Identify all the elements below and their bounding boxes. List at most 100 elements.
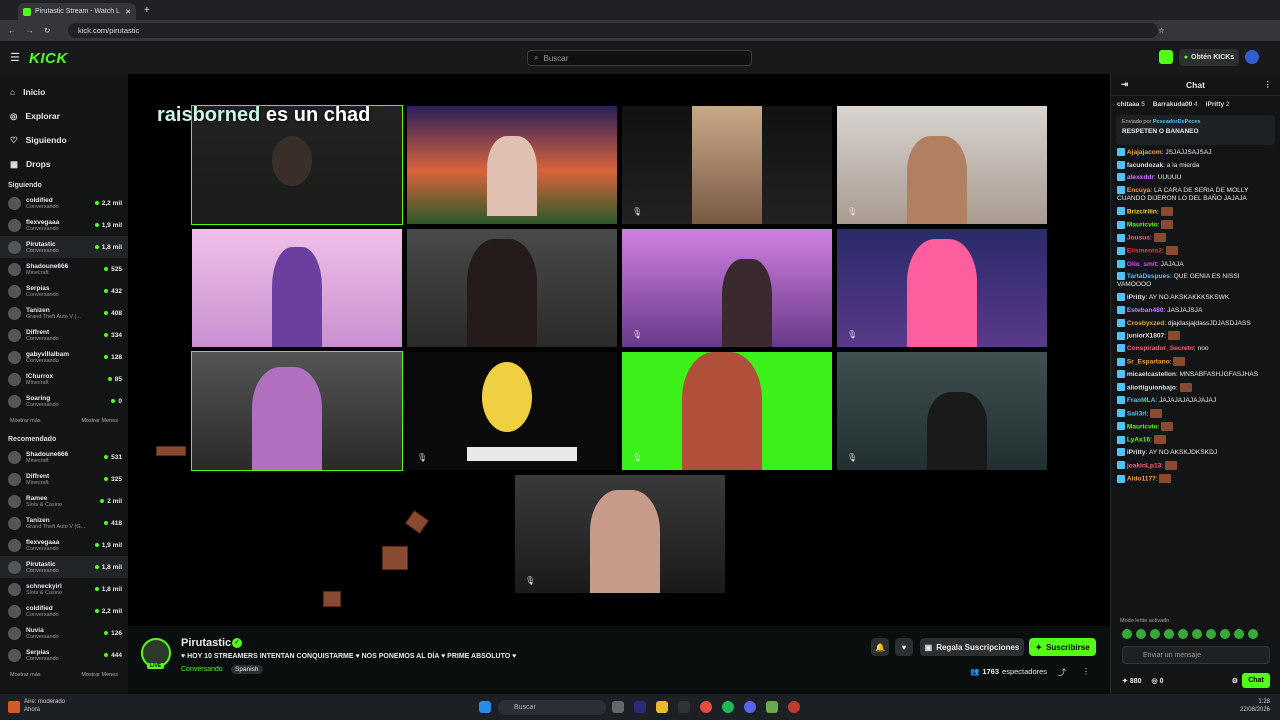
nav-explore[interactable]: ◎ Explorar <box>10 104 128 128</box>
chat-username[interactable]: LyAx16 <box>1127 436 1150 443</box>
chat-username[interactable]: Encuya <box>1127 187 1150 194</box>
weather-widget[interactable]: Aire: moderado Ahora <box>24 699 65 715</box>
chat-username[interactable]: Crosbyxzed <box>1127 319 1164 326</box>
gifter-entry[interactable]: Barrakuda00 4 <box>1153 101 1198 108</box>
sidebar-channel[interactable]: Tanizen Grand Theft Auto V (... 408 <box>0 302 128 324</box>
task-view-icon[interactable] <box>612 701 624 713</box>
chat-username[interactable]: TartaDespues <box>1127 273 1170 280</box>
taskbar-search[interactable]: Buscar <box>498 700 606 715</box>
chat-username[interactable]: FranMLA <box>1127 397 1156 404</box>
chat-username[interactable]: Sali3rl <box>1127 410 1147 417</box>
sidebar-channel[interactable]: Pirutastic Conversando 1,8 mil <box>0 556 128 578</box>
gift-subs-button[interactable]: ▣ Regala Suscripciones <box>920 638 1024 656</box>
pinned-by-user[interactable]: PescadorDePeces <box>1153 119 1201 125</box>
show-less-link[interactable]: Mostrar Menos <box>81 418 118 424</box>
gifter-entry[interactable]: chitaaa 5 <box>1117 101 1145 108</box>
follow-heart-button[interactable]: ♥ <box>895 638 913 656</box>
chat-username[interactable]: Esteban480 <box>1127 307 1164 314</box>
emote-icon[interactable] <box>1192 629 1202 639</box>
notification-bell-button[interactable]: 🔔 <box>871 638 889 656</box>
spotify-icon[interactable] <box>722 701 734 713</box>
get-kicks-button[interactable]: ● Obtén KICKs <box>1179 49 1239 66</box>
sidebar-channel[interactable]: Nuvia Conversando 126 <box>0 622 128 644</box>
kicks-balance[interactable]: ✦ 880 <box>1122 677 1142 685</box>
chat-username[interactable]: micaelcastellon <box>1127 371 1176 378</box>
chat-username[interactable]: Olio_smit <box>1127 260 1157 267</box>
chat-username[interactable]: juniorX1807 <box>1127 332 1164 339</box>
emote-icon[interactable] <box>1220 629 1230 639</box>
chat-username[interactable]: iPritty <box>1127 449 1146 456</box>
file-explorer-icon[interactable] <box>656 701 668 713</box>
nav-home[interactable]: ⌂ Inicio <box>10 80 128 104</box>
emote-icon[interactable] <box>1136 629 1146 639</box>
premiere-icon[interactable] <box>634 701 646 713</box>
chat-settings-icon[interactable]: ⚙ <box>1232 677 1238 685</box>
capcut-icon[interactable] <box>678 701 690 713</box>
emote-icon[interactable] <box>1178 629 1188 639</box>
gifter-entry[interactable]: iPritty 2 <box>1206 101 1230 108</box>
search-input[interactable]: ⌕ Buscar <box>527 50 752 66</box>
sidebar-channel[interactable]: schneckyirl Slots & Casino 1,8 mil <box>0 578 128 600</box>
chat-username[interactable]: Mauricvio <box>1127 221 1158 228</box>
sidebar-channel[interactable]: Serpias Conversando 432 <box>0 280 128 302</box>
bookmark-star-icon[interactable]: ☆ <box>1158 26 1165 35</box>
sidebar-channel[interactable]: Shadoune666 Minecraft 525 <box>0 258 128 280</box>
subscribe-button[interactable]: ✦ Suscribirse <box>1029 638 1096 656</box>
user-avatar[interactable] <box>1245 50 1259 64</box>
sidebar-channel[interactable]: gabyvillalbam Conversando 128 <box>0 346 128 368</box>
url-field[interactable]: kick.com/pirutastic <box>68 23 1158 38</box>
sidebar-channel[interactable]: Diffrent Conversando 334 <box>0 324 128 346</box>
sidebar-channel[interactable]: coldified Conversando 2,2 mil <box>0 192 128 214</box>
nav-drops[interactable]: ▦ Drops <box>10 152 128 176</box>
chrome-icon[interactable] <box>700 701 712 713</box>
reload-icon[interactable]: ↻ <box>44 26 50 35</box>
chat-username[interactable]: iPritty <box>1127 294 1146 301</box>
chat-username[interactable]: Sr_Espartano <box>1127 358 1170 365</box>
chat-username[interactable]: Ajajajacom <box>1127 149 1162 156</box>
show-more-link[interactable]: Mostrar más <box>10 418 41 424</box>
chat-username[interactable]: Elismento2 <box>1127 248 1162 255</box>
sidebar-channel[interactable]: IChurrox Minecraft 85 <box>0 368 128 390</box>
language-tag[interactable]: Spanish <box>231 665 263 674</box>
chat-menu-icon[interactable]: ⋮ <box>1264 79 1273 90</box>
chat-username[interactable]: facundozak <box>1127 161 1163 168</box>
sidebar-channel[interactable]: Ramee Slots & Casino 2 mil <box>0 490 128 512</box>
sidebar-channel[interactable]: Diffrent Minecraft 325 <box>0 468 128 490</box>
windows-start-icon[interactable] <box>479 701 491 713</box>
emote-icon[interactable] <box>1248 629 1258 639</box>
sidebar-channel[interactable]: Pirutastic Conversando 1,8 mil <box>0 236 128 258</box>
kick-logo[interactable]: KICK <box>29 50 68 67</box>
chat-username[interactable]: Jousus <box>1127 235 1150 242</box>
system-clock[interactable]: 1:28 22/08/2026 <box>1240 699 1270 715</box>
rec-show-more-link[interactable]: Mostrar más <box>10 672 41 678</box>
forward-icon[interactable]: → <box>26 26 34 35</box>
emote-icon[interactable] <box>1164 629 1174 639</box>
collapse-chat-icon[interactable]: ⇥ <box>1121 79 1128 90</box>
emote-icon[interactable] <box>1206 629 1216 639</box>
chat-username[interactable]: Mauricvio <box>1127 423 1158 430</box>
chat-username[interactable]: alexxddr <box>1127 174 1154 181</box>
chat-username[interactable]: Aldo1177 <box>1127 475 1156 482</box>
emote-icon[interactable] <box>1150 629 1160 639</box>
chat-username[interactable]: joakinLp13 <box>1127 462 1161 469</box>
emote-icon[interactable] <box>1122 629 1132 639</box>
video-player[interactable]: 🎙 🎙 🎙 🎙 🎙 🎙 🎙 🎙 <box>128 74 1110 626</box>
more-options-icon[interactable]: ⋮ <box>1082 667 1090 676</box>
nav-following[interactable]: ♡ Siguiendo <box>10 128 128 152</box>
channel-name[interactable]: Pirutastic <box>181 637 231 649</box>
sidebar-channel[interactable]: Tanizen Grand Theft Auto V (G... 418 <box>0 512 128 534</box>
chat-username[interactable]: Brizcirilin <box>1127 208 1157 215</box>
share-icon[interactable]: ⤴ <box>1058 667 1066 678</box>
minecraft-icon[interactable] <box>766 701 778 713</box>
new-tab-icon[interactable]: + <box>144 5 150 16</box>
obs-icon[interactable] <box>788 701 800 713</box>
emote-icon[interactable] <box>1234 629 1244 639</box>
sidebar-channel[interactable]: flexvegaaa Conversando 1,9 mil <box>0 534 128 556</box>
category-link[interactable]: Conversando <box>181 666 223 673</box>
chat-username[interactable]: Conspirador_Secreto <box>1127 345 1194 352</box>
close-tab-icon[interactable]: ✕ <box>125 8 131 16</box>
cast-icon[interactable] <box>1159 50 1173 64</box>
chat-username[interactable]: aliottiguionbajo <box>1127 384 1176 391</box>
sidebar-channel[interactable]: flexvegaaa Conversando 1,9 mil <box>0 214 128 236</box>
menu-icon[interactable]: ☰ <box>10 51 20 64</box>
